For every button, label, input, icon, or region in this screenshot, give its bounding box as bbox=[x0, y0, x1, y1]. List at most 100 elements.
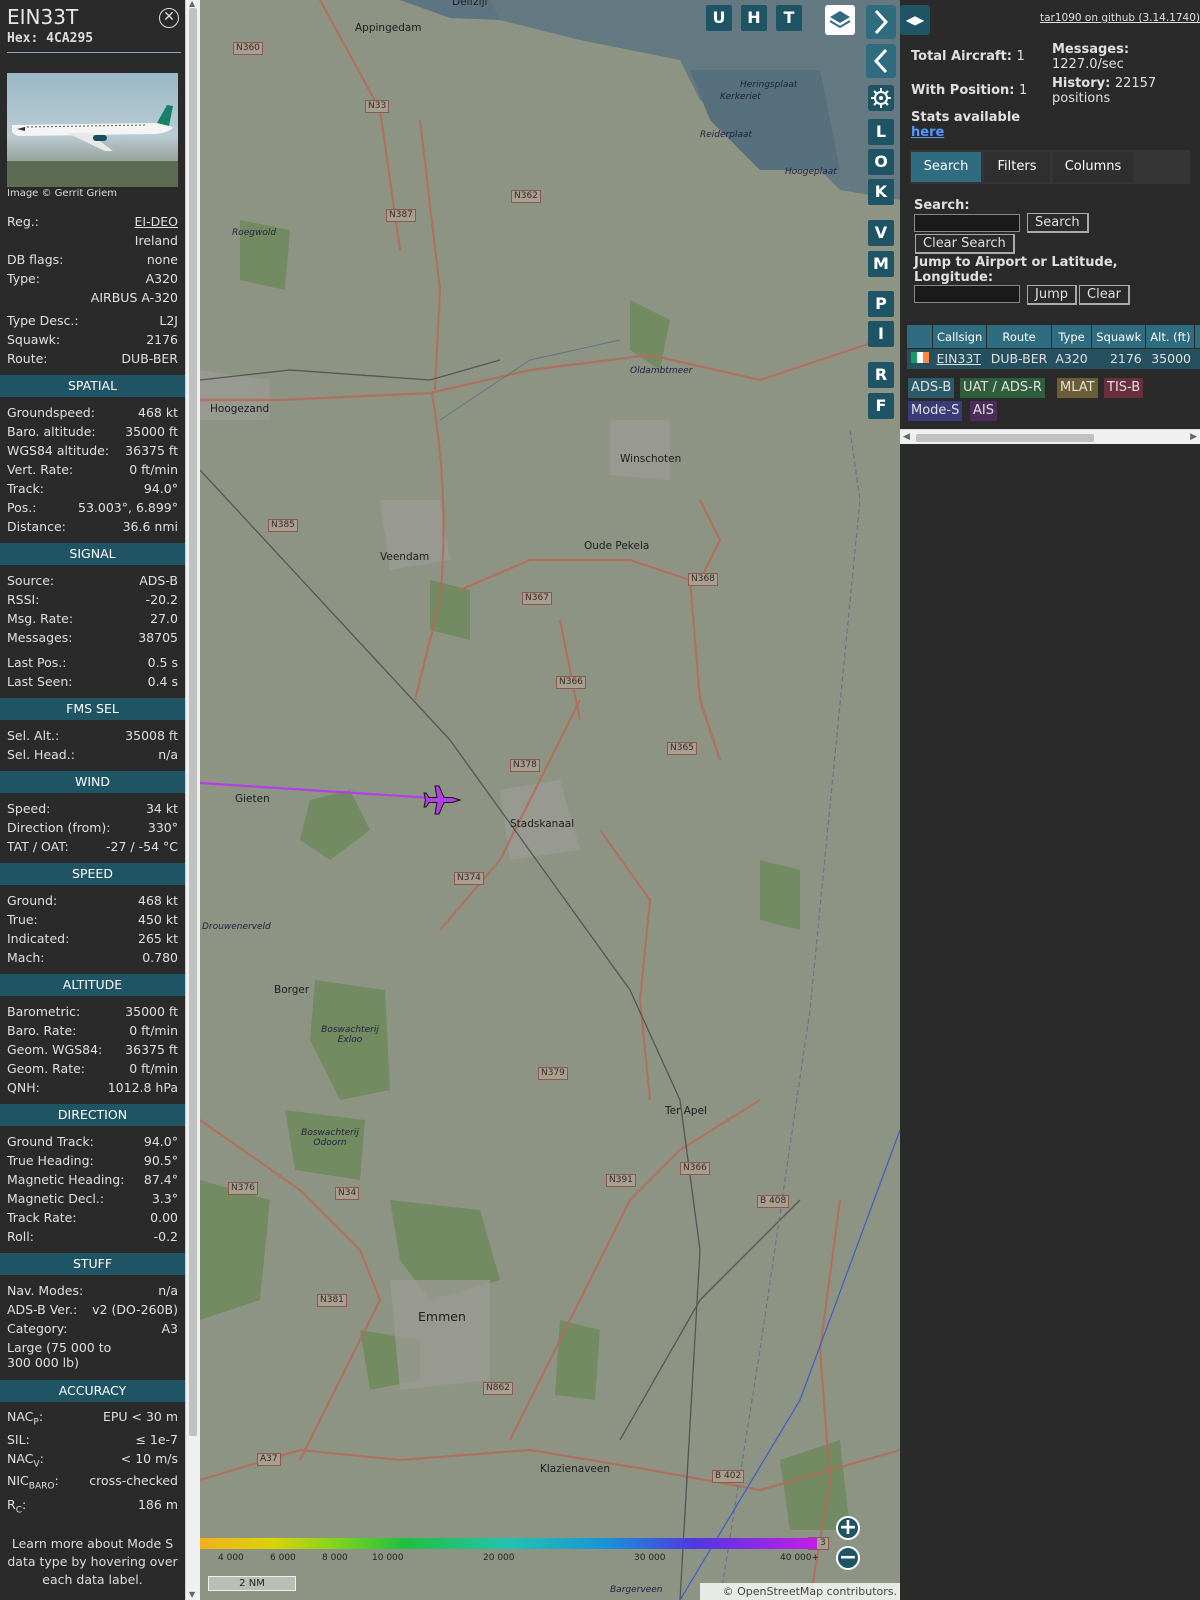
sil-label: SIL: bbox=[7, 1432, 30, 1447]
altitude-color-legend bbox=[200, 1538, 817, 1549]
layers-icon[interactable] bbox=[825, 5, 855, 35]
total-aircraft: Total Aircraft: 1 bbox=[911, 49, 1025, 64]
barometric-label: Barometric: bbox=[7, 1004, 81, 1019]
side-button-p[interactable]: P bbox=[868, 291, 894, 317]
road-label: N366 bbox=[556, 676, 586, 689]
route-label: Route: bbox=[7, 351, 48, 366]
jump-input[interactable] bbox=[914, 285, 1020, 303]
column-header[interactable]: Type bbox=[1050, 324, 1093, 349]
clear-search-button[interactable]: Clear Search bbox=[915, 234, 1015, 254]
tat-oat-label: TAT / OAT: bbox=[7, 839, 69, 854]
baro-rate-row: Baro. Rate: 0 ft/min bbox=[7, 1022, 178, 1040]
side-button-o[interactable]: O bbox=[868, 149, 894, 175]
side-button-i[interactable]: I bbox=[868, 321, 894, 347]
section-signal: SIGNAL bbox=[0, 543, 185, 565]
road-label: N360 bbox=[233, 42, 263, 55]
column-header[interactable]: Squawk bbox=[1091, 324, 1147, 349]
scrollbar-thumb[interactable] bbox=[189, 8, 197, 1436]
zoom-in-button[interactable]: + bbox=[836, 1516, 860, 1540]
scroll-down-icon[interactable]: ▼ bbox=[189, 1591, 195, 1599]
toolbar-button-t[interactable]: T bbox=[776, 5, 802, 31]
distance-value: 36.6 nmi bbox=[122, 519, 178, 534]
sel-alt-row: Sel. Alt.: 35008 ft bbox=[7, 727, 178, 745]
place-label: Ter Apel bbox=[665, 1105, 707, 1117]
expand-right-icon[interactable] bbox=[866, 5, 896, 39]
side-button-v[interactable]: V bbox=[868, 220, 894, 246]
tab-columns[interactable]: Columns bbox=[1053, 152, 1133, 182]
ground-speed-value: 468 kt bbox=[138, 893, 178, 908]
column-header[interactable]: S bbox=[1194, 324, 1200, 349]
selected-hex: Hex: 4CA295 bbox=[7, 31, 94, 46]
wgs-alt-label: WGS84 altitude: bbox=[7, 443, 110, 458]
table-row[interactable]: EIN33T DUB-BER A320 2176 35000 bbox=[906, 348, 1200, 369]
column-header[interactable]: Callsign bbox=[931, 324, 988, 349]
callsign-cell[interactable]: EIN33T bbox=[932, 348, 987, 369]
search-input[interactable] bbox=[914, 214, 1020, 232]
last-seen-row: Last Seen: 0.4 s bbox=[7, 673, 178, 691]
typedesc-row: Type Desc.: L2J bbox=[7, 312, 178, 330]
flag-column-header bbox=[906, 324, 933, 349]
ground-track-value: 94.0° bbox=[143, 1134, 178, 1149]
tab-filters[interactable]: Filters bbox=[984, 152, 1050, 182]
scroll-left-icon[interactable]: ◀ bbox=[903, 432, 910, 442]
section-spatial: SPATIAL bbox=[0, 375, 185, 397]
side-button-m[interactable]: M bbox=[868, 251, 894, 277]
category-value: A3 bbox=[161, 1321, 178, 1336]
toolbar-button-u[interactable]: U bbox=[706, 5, 732, 31]
route-row: Route: DUB-BER bbox=[7, 350, 178, 368]
place-label: Reiderplaat bbox=[700, 130, 753, 140]
geom-rate-label: Geom. Rate: bbox=[7, 1061, 86, 1076]
true-speed-row: True: 450 kt bbox=[7, 911, 178, 929]
scroll-right-icon[interactable]: ▶ bbox=[1190, 432, 1197, 442]
altitude-cell: 35000 bbox=[1145, 348, 1195, 369]
hscroll-thumb[interactable] bbox=[916, 434, 1094, 442]
road-label: N365 bbox=[667, 742, 697, 755]
tab-search[interactable]: Search bbox=[911, 152, 981, 182]
aircraft-photo[interactable] bbox=[7, 73, 178, 187]
side-button-f[interactable]: F bbox=[868, 393, 894, 419]
aircraft-marker-icon[interactable] bbox=[422, 780, 462, 820]
place-label: Delfzijl bbox=[452, 0, 488, 8]
github-link[interactable]: tar1090 on github (3.14.1740) bbox=[1040, 12, 1200, 24]
distance-row: Distance: 36.6 nmi bbox=[7, 518, 178, 536]
map-canvas[interactable]: Appingedam Delfzijl Hoogezand Winschoten… bbox=[200, 0, 900, 1600]
source-row: Source: ADS-B bbox=[7, 572, 178, 590]
msg-rate-row: Msg. Rate: 27.0 bbox=[7, 610, 178, 628]
side-button-l[interactable]: L bbox=[868, 119, 894, 145]
indicated-speed-label: Indicated: bbox=[7, 931, 70, 946]
position-label: Pos.: bbox=[7, 500, 37, 515]
msg-rate-label: Msg. Rate: bbox=[7, 611, 74, 626]
road-label: N378 bbox=[510, 759, 540, 772]
search-button[interactable]: Search bbox=[1027, 213, 1089, 233]
ground-speed-row: Ground: 468 kt bbox=[7, 892, 178, 910]
clear-button[interactable]: Clear bbox=[1079, 285, 1130, 305]
nav-modes-value: n/a bbox=[158, 1283, 178, 1298]
section-stuff: STUFF bbox=[0, 1253, 185, 1275]
collapse-left-icon[interactable] bbox=[866, 44, 896, 78]
gear-icon[interactable] bbox=[868, 85, 894, 111]
road-label: N34 bbox=[335, 1187, 360, 1200]
side-button-r[interactable]: R bbox=[868, 362, 894, 388]
map-attribution[interactable]: © OpenStreetMap contributors. bbox=[700, 1583, 900, 1600]
wind-speed-value: 34 kt bbox=[145, 801, 178, 816]
table-hscrollbar[interactable]: ◀ ▶ bbox=[900, 429, 1200, 444]
side-button-k[interactable]: K bbox=[868, 179, 894, 205]
category-label: Category: bbox=[7, 1321, 68, 1336]
registration-link[interactable]: EI-DEO bbox=[135, 213, 178, 231]
close-icon[interactable]: ✕ bbox=[159, 8, 179, 28]
column-header[interactable]: Route bbox=[986, 324, 1052, 349]
toolbar-button-h[interactable]: H bbox=[741, 5, 767, 31]
scroll-up-icon[interactable]: ▲ bbox=[189, 0, 195, 8]
typedesc-value: L2J bbox=[159, 313, 178, 328]
jump-button[interactable]: Jump bbox=[1027, 285, 1077, 305]
column-header[interactable]: Alt. (ft) bbox=[1145, 324, 1196, 349]
nacv-row: NACV: < 10 m/s bbox=[7, 1450, 178, 1470]
sidebar-scrollbar[interactable]: ▲ ▼ bbox=[185, 0, 200, 1600]
road-label: N391 bbox=[606, 1174, 636, 1187]
mag-decl-row: Magnetic Decl.: 3.3° bbox=[7, 1190, 178, 1208]
panel-toggle-icon[interactable]: ◀▶ bbox=[900, 5, 930, 35]
stats-link[interactable]: here bbox=[911, 125, 944, 140]
place-label: Drouwenerveld bbox=[202, 922, 271, 932]
typedesc-label: Type Desc.: bbox=[7, 313, 79, 328]
baro-alt-row: Baro. altitude: 35000 ft bbox=[7, 423, 178, 441]
